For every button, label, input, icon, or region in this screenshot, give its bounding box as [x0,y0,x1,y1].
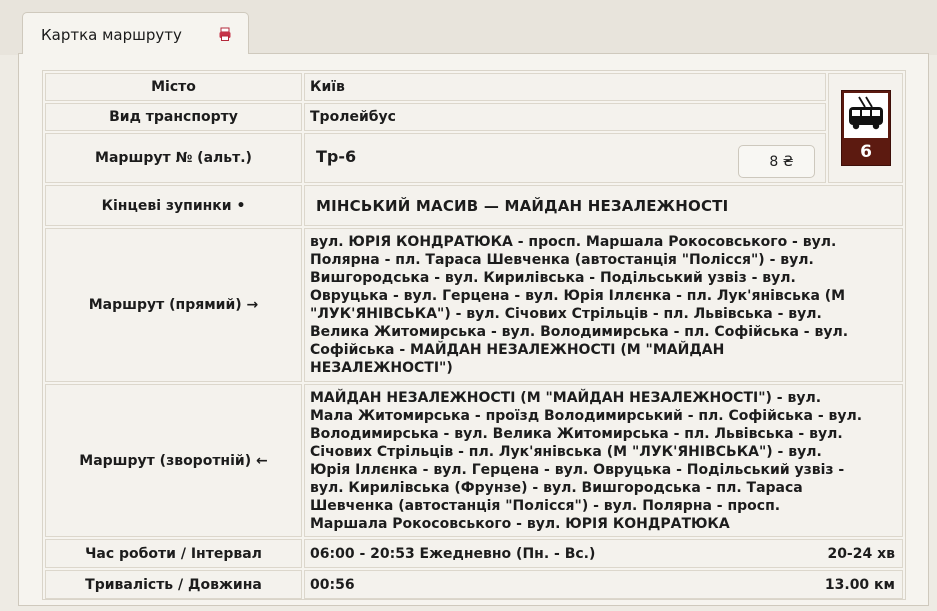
hours-value: 06:00 - 20:53 Ежедневно (Пн. - Вс.) [310,545,596,562]
backward-route-line: Юрія Іллєнка - вул. Герцена - вул. Овруц… [310,462,845,478]
backward-route-line: Шевченка (автостанція "Полісся") - вул. … [310,498,781,514]
forward-route-line: Велика Житомирська - вул. Володимирська … [310,324,849,340]
transport-value: Тролейбус [304,103,826,131]
forward-route-line: Софійська - МАЙДАН НЕЗАЛЕЖНОСТІ (М "МАЙД… [310,342,725,358]
city-label: Місто [45,73,302,101]
backward-route-line: МАЙДАН НЕЗАЛЕЖНОСТІ (М "МАЙДАН НЕЗАЛЕЖНО… [310,390,822,406]
city-value: Київ [304,73,826,101]
badge-icon-area [844,93,888,138]
backward-route-line: Маршала Рокосовського - вул. ЮРІЯ КОНДРА… [310,516,730,532]
tab-route-card[interactable]: Картка маршруту [22,12,249,55]
trolleybus-icon [849,96,883,130]
forward-route-label: Маршрут (прямий) → [45,228,302,382]
transport-label: Вид транспорту [45,103,302,131]
forward-route-line: вул. ЮРІЯ КОНДРАТЮКА - просп. Маршала Ро… [310,234,837,250]
backward-route-line: вул. Кирилівська (Фрунзе) - вул. Вишгоро… [310,480,803,496]
route-number-cell: Тр-6 8 ₴ [304,133,826,183]
badge-cell: 6 [828,73,903,183]
forward-route-line: "ЛУК'ЯНІВСЬКА") - вул. Січових Стрільців… [310,306,822,322]
interval-value: 20-24 хв [827,545,895,562]
forward-route-line: Овруцька - вул. Герцена - вул. Юрія Іллє… [310,288,846,304]
hours-label: Час роботи / Інтервал [45,539,302,568]
forward-route-line: Вишгородська - вул. Кирилівська - Поділь… [310,270,796,286]
length-value: 13.00 км [824,576,895,593]
backward-route-line: Володимирська - вул. Велика Житомирська … [310,426,843,442]
hours-cell: 06:00 - 20:53 Ежедневно (Пн. - Вс.) 20-2… [304,539,903,568]
terminals-label: Кінцеві зупинки • [45,185,302,226]
route-badge: 6 [841,90,891,166]
duration-value: 00:56 [310,576,355,593]
backward-route-text: МАЙДАН НЕЗАЛЕЖНОСТІ (М "МАЙДАН НЕЗАЛЕЖНО… [304,384,903,537]
printer-icon[interactable] [219,27,231,41]
forward-route-line: НЕЗАЛЕЖНОСТІ") [310,360,453,376]
backward-route-label: Маршрут (зворотній) ← [45,384,302,537]
tab-route-card-label: Картка маршруту [41,26,182,44]
badge-number: 6 [860,142,872,162]
route-number-label: Маршрут № (альт.) [45,133,302,183]
forward-route-line: Полярна - пл. Тараса Шевченка (автостанц… [310,252,814,268]
duration-label: Тривалість / Довжина [45,570,302,599]
fare-badge: 8 ₴ [738,145,815,178]
forward-route-text: вул. ЮРІЯ КОНДРАТЮКА - просп. Маршала Ро… [304,228,903,382]
route-card: Місто Київ Вид транспорту Тролейбус Марш… [42,70,906,600]
terminals-value: МІНСЬКИЙ МАСИВ — МАЙДАН НЕЗАЛЕЖНОСТІ [304,185,903,226]
backward-route-line: Січових Стрільців - пл. Лук'янівська (М … [310,444,822,460]
route-number-value: Тр-6 [316,147,357,166]
backward-route-line: Мала Житомирська - проїзд Володимирський… [310,408,863,424]
duration-cell: 00:56 13.00 км [304,570,903,599]
tab-bar: Картка маршруту [0,0,937,55]
